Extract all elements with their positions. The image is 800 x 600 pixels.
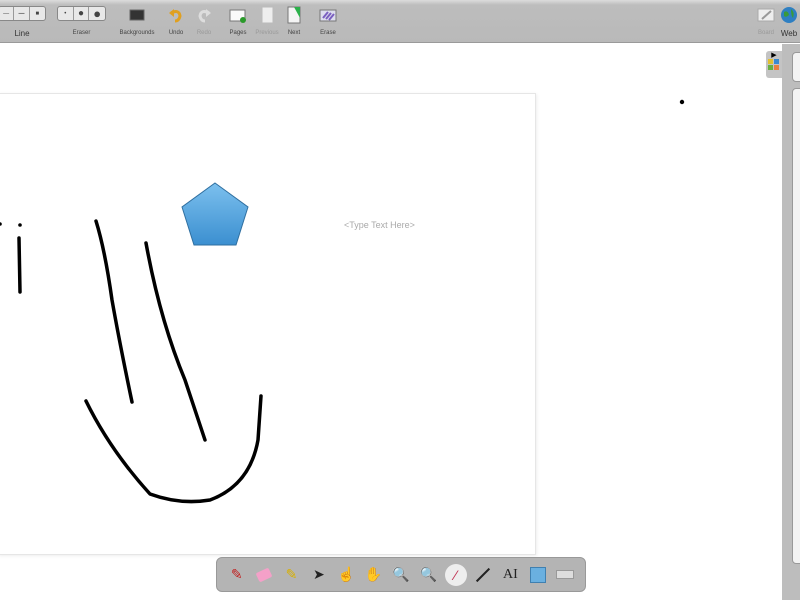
ink-stroke — [94, 219, 134, 404]
ink-dot — [0, 222, 2, 226]
side-panel — [782, 44, 800, 600]
laser-pointer-icon: ⁄ — [454, 566, 457, 583]
line-tool[interactable] — [472, 564, 494, 586]
line-icon — [475, 567, 491, 582]
widgets-icon — [768, 59, 779, 70]
side-panel-toggle[interactable]: ▶ — [766, 51, 782, 78]
hand-icon: ✋ — [364, 566, 383, 582]
capture-icon — [529, 566, 546, 583]
marker-icon: ✎ — [285, 566, 298, 582]
zoom-out-tool[interactable]: 🔍 — [417, 564, 439, 586]
capture-tool[interactable] — [527, 564, 549, 586]
pen-icon: ✎ — [230, 566, 243, 582]
eraser-icon — [255, 567, 273, 582]
hand-tool[interactable]: ✋ — [363, 564, 385, 586]
keyboard-icon — [556, 570, 575, 579]
arrow-cursor-icon: ➤ — [312, 566, 325, 582]
text-tool[interactable]: AI — [499, 564, 521, 586]
side-panel-scroll[interactable] — [792, 88, 800, 564]
zoom-out-icon: 🔍 — [419, 566, 438, 582]
text-tool-label: AI — [503, 566, 518, 582]
ink-stroke — [84, 394, 263, 504]
play-icon: ▶ — [771, 52, 777, 59]
tools-dock: ✎ ✎ ➤ ☝ ✋ 🔍 🔍 ⁄ AI — [216, 557, 586, 592]
pentagon-shape — [181, 182, 249, 246]
ink-stroke — [17, 236, 22, 294]
laser-pointer-tool[interactable]: ⁄ — [444, 563, 467, 586]
side-panel-section[interactable] — [792, 52, 800, 82]
pointing-hand-icon: ☝ — [337, 566, 355, 582]
selector-tool[interactable]: ➤ — [308, 564, 330, 586]
text-placeholder[interactable]: <Type Text Here> — [344, 220, 415, 230]
ink-dot — [679, 99, 685, 105]
interact-tool[interactable]: ☝ — [335, 564, 357, 586]
marker-tool[interactable]: ✎ — [280, 564, 302, 586]
pen-tool[interactable]: ✎ — [226, 564, 248, 586]
ink-dot — [18, 223, 22, 227]
eraser-tool[interactable] — [253, 564, 275, 586]
keyboard-tool[interactable] — [554, 564, 576, 586]
zoom-in-tool[interactable]: 🔍 — [390, 564, 412, 586]
zoom-in-icon: 🔍 — [392, 566, 410, 582]
drawing-layer — [0, 99, 685, 504]
ink-stroke — [144, 241, 207, 442]
